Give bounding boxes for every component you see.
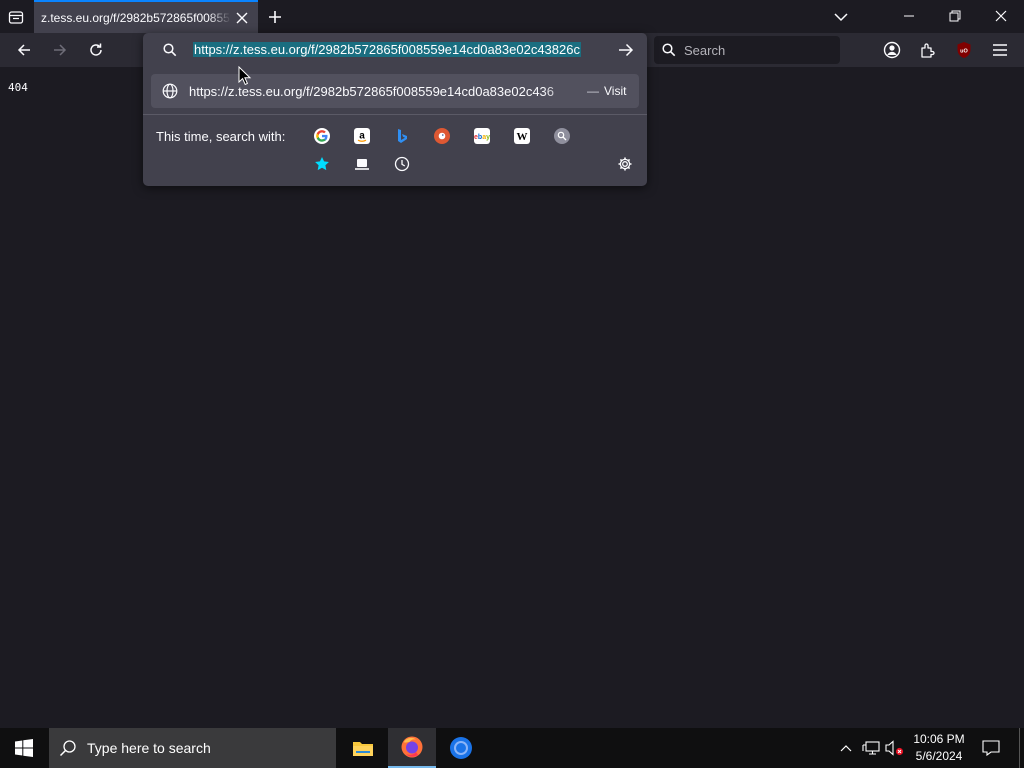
file-explorer-icon[interactable] (339, 728, 387, 768)
close-window-icon[interactable] (986, 4, 1016, 28)
svg-text:ebay: ebay (474, 134, 490, 141)
urlbar-popup: https://z.tess.eu.org/f/2982b572865f0085… (143, 33, 647, 186)
back-icon[interactable] (12, 39, 36, 61)
list-all-tabs-icon[interactable] (830, 6, 852, 28)
ublock-icon[interactable]: uO (952, 38, 976, 62)
tab-close-icon[interactable] (234, 10, 250, 26)
taskbar-search-box[interactable]: Type here to search (49, 728, 336, 768)
minimize-icon[interactable] (894, 4, 924, 28)
new-tab-icon[interactable] (264, 6, 286, 28)
popup-divider (143, 114, 647, 115)
firefox-taskbar-icon[interactable] (388, 728, 436, 768)
urlbar-search-icon (159, 41, 181, 59)
extensions-icon[interactable] (916, 38, 940, 62)
search-icon (654, 36, 684, 64)
svg-text:uO: uO (960, 49, 968, 55)
wikipedia-icon[interactable]: W (514, 128, 530, 144)
one-off-label: This time, search with: (156, 129, 286, 144)
forward-icon[interactable] (48, 39, 72, 61)
clock-date: 5/6/2024 (915, 749, 963, 763)
duckduckgo-icon[interactable] (434, 128, 450, 144)
suggestion-action: Visit (604, 84, 627, 98)
chevron-up-icon[interactable] (836, 738, 856, 758)
globe-icon (151, 74, 189, 108)
svg-text:W: W (517, 131, 528, 143)
ebay-icon[interactable]: ebay (474, 128, 490, 144)
mouse-cursor-icon (238, 65, 252, 86)
search-settings-gear-icon[interactable] (617, 156, 633, 172)
tab-active[interactable]: z.tess.eu.org/f/2982b572865f00855969e (34, 0, 258, 33)
bing-icon[interactable] (394, 128, 410, 144)
clock-time: 10:06 PM (913, 732, 965, 746)
bookmarks-star-icon[interactable] (314, 156, 330, 172)
google-icon[interactable] (314, 128, 330, 144)
tab-bar: z.tess.eu.org/f/2982b572865f00855969e (0, 0, 1024, 33)
clock[interactable]: 10:06 PM 5/6/2024 (908, 731, 970, 767)
amazon-icon[interactable]: a (354, 128, 370, 144)
network-icon[interactable] (860, 738, 882, 758)
svg-text:a: a (359, 131, 365, 142)
taskbar-search-placeholder: Type here to search (87, 740, 211, 756)
volume-muted-icon[interactable] (884, 738, 906, 758)
page-text: 404 (8, 81, 28, 94)
chrome-taskbar-icon[interactable] (437, 728, 485, 768)
show-desktop-button[interactable] (1019, 728, 1024, 768)
suggestion-row[interactable]: https://z.tess.eu.org/f/2982b572865f0085… (151, 74, 639, 108)
urlbar-input[interactable]: https://z.tess.eu.org/f/2982b572865f0085… (193, 41, 613, 59)
search-placeholder: Search (684, 42, 726, 58)
tab-title: z.tess.eu.org/f/2982b572865f00855969e (41, 10, 231, 25)
search-engine-icon[interactable] (554, 128, 570, 144)
history-clock-icon[interactable] (394, 156, 410, 172)
urlbar-value: https://z.tess.eu.org/f/2982b572865f0085… (193, 42, 581, 57)
tab-list-icon[interactable] (4, 6, 28, 28)
account-icon[interactable] (880, 38, 904, 62)
reload-icon[interactable] (84, 39, 108, 61)
restore-icon[interactable] (940, 4, 970, 28)
start-button[interactable] (0, 728, 48, 768)
search-bar[interactable]: Search (654, 36, 840, 64)
notifications-icon[interactable] (976, 736, 1006, 760)
tabs-icon[interactable] (354, 156, 370, 172)
taskbar-search-icon (49, 728, 87, 768)
go-arrow-icon[interactable] (615, 40, 637, 60)
menu-icon[interactable] (988, 38, 1012, 62)
suggestion-separator: — (587, 84, 599, 98)
